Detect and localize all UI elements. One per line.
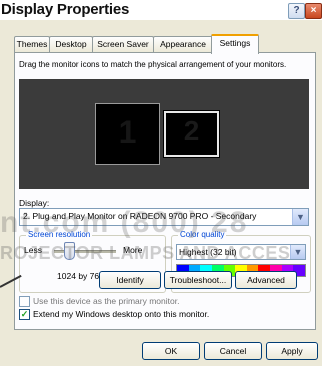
tab-screen-saver[interactable]: Screen Saver <box>92 36 154 52</box>
monitor-arrangement-area[interactable]: 1 2 <box>19 79 309 189</box>
screenshot: Display Properties ? × Themes Desktop Sc… <box>0 0 322 366</box>
display-dropdown-value: 2. Plug and Play Monitor on RADEON 9700 … <box>23 211 257 221</box>
apply-button[interactable]: Apply <box>266 342 318 360</box>
display-label: Display: <box>19 198 50 208</box>
resolution-slider-thumb[interactable] <box>64 242 75 260</box>
dialog-body: Themes Desktop Screen Saver Appearance S… <box>0 20 322 366</box>
extend-desktop-checkbox[interactable]: ✓ <box>19 309 30 320</box>
tab-appearance[interactable]: Appearance <box>153 36 213 52</box>
resolution-less-label: Less <box>24 245 42 255</box>
monitor-1-icon[interactable]: 1 <box>95 103 160 165</box>
monitor-1-number: 1 <box>118 114 137 150</box>
tab-settings[interactable]: Settings <box>211 34 259 54</box>
monitor-2-number: 2 <box>183 115 200 146</box>
help-button[interactable]: ? <box>288 3 305 19</box>
primary-monitor-label: Use this device as the primary monitor. <box>33 296 180 306</box>
resolution-more-label: More <box>123 245 143 255</box>
close-button[interactable]: × <box>305 3 322 19</box>
primary-monitor-checkbox[interactable] <box>19 296 30 307</box>
title-bar: Display Properties ? × <box>0 0 322 20</box>
chevron-down-icon[interactable]: ▼ <box>292 209 308 225</box>
tab-themes[interactable]: Themes <box>14 36 50 52</box>
instruction-text: Drag the monitor icons to match the phys… <box>19 60 287 69</box>
chevron-down-icon[interactable]: ▼ <box>290 245 305 259</box>
color-quality-value: Highest (32 bit) <box>179 247 237 257</box>
display-dropdown[interactable]: 2. Plug and Play Monitor on RADEON 9700 … <box>19 208 309 226</box>
advanced-button[interactable]: Advanced <box>235 271 297 289</box>
troubleshoot-button[interactable]: Troubleshoot... <box>164 271 232 289</box>
identify-button[interactable]: Identify <box>99 271 161 289</box>
extend-desktop-label: Extend my Windows desktop onto this moni… <box>33 309 210 319</box>
ok-button[interactable]: OK <box>142 342 200 360</box>
color-quality-dropdown[interactable]: Highest (32 bit) ▼ <box>176 244 306 260</box>
color-quality-title: Color quality <box>178 230 227 239</box>
screen-resolution-title: Screen resolution <box>26 230 93 239</box>
window-title: Display Properties <box>1 1 130 18</box>
cancel-button[interactable]: Cancel <box>204 342 262 360</box>
tab-desktop[interactable]: Desktop <box>49 36 93 52</box>
monitor-2-icon[interactable]: 2 <box>164 111 219 157</box>
